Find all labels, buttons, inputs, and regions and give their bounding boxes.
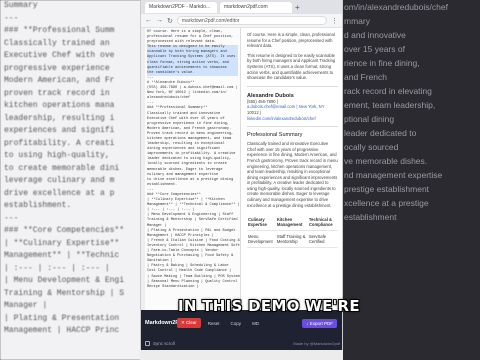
editor-line[interactable]: clean format, strong action verbs, and <box>147 60 238 66</box>
preview-divider <box>247 126 338 128</box>
table-cell: Staff Training & Mentorship <box>275 230 308 249</box>
bg-left-line: --- <box>4 13 19 23</box>
table-cell: ServSafe Certified <box>307 230 338 249</box>
editor-line[interactable]: | Plating & Presentation | P&L and Budge… <box>147 229 238 234</box>
editor-line[interactable]: Cost Control | Health Code Compliance | <box>147 269 238 274</box>
bg-left-line: establishment. <box>4 201 72 210</box>
bg-left-line: experiences and signifi <box>4 126 115 135</box>
browser-tab[interactable]: markdown2pdf.com <box>220 1 292 13</box>
editor-line[interactable]: | Seasonal Menu Planning | Quality Contr… <box>147 280 240 285</box>
reload-icon[interactable]: ↻ <box>167 17 173 25</box>
bg-left-line: leadership, resulting i <box>4 113 115 123</box>
preview-divider <box>247 85 338 87</box>
bg-left-line: --- <box>4 213 19 223</box>
clear-button[interactable]: ✕ Clear <box>177 318 201 328</box>
table-cell: Menu Development <box>247 230 276 249</box>
table-cell: Technical & Compliance <box>307 214 338 232</box>
table-cell: Kitchen Management <box>275 214 308 232</box>
table-row: Menu Development Staff Training & Mentors… <box>247 230 338 249</box>
bg-right-line: over 15 years of <box>344 44 405 54</box>
bg-left-line: Training & Mentorship | S <box>4 288 125 298</box>
preview-summary-heading: Professional Summary <box>247 132 303 139</box>
bg-left-line: Management | HACCP Princ <box>4 326 120 335</box>
bg-right-line: ement, team leadership, <box>344 100 436 110</box>
bg-left-line: drive excellence at a p <box>4 188 115 198</box>
markdown-editor[interactable]: Of course. Here is a simple, clean, profe… <box>141 28 241 310</box>
bottom-toolbar: Markdown2PDF ✕ Clear Reset Copy MD ↓ Exp… <box>141 310 342 350</box>
bg-left-line: leverage culinary and m <box>4 176 115 185</box>
table-row: Culinary Expertise Kitchen Management Tech… <box>247 214 338 232</box>
bg-left-line: | **Culinary Expertise** <box>4 238 120 248</box>
bg-right-line: om/in/alexandredubois/chef <box>344 2 448 12</box>
bg-left-line: | Menu Development & Engi <box>4 276 125 285</box>
preview-intro-2: This resume is designed to be easily sca… <box>247 52 336 81</box>
copy-button[interactable]: Copy <box>227 319 246 328</box>
bg-right-line: ocally sourced <box>344 142 399 152</box>
editor-line[interactable]: Recipe Standardization | <box>147 285 238 290</box>
browser-tab-bar: Markdown2PDF - Markdo... markdown2pdf.co… <box>141 0 342 14</box>
bg-left-line: Manager | <box>4 301 48 310</box>
editor-line[interactable]: | Sauce Making | Team Building | POS Sys… <box>147 275 240 280</box>
editor-line[interactable]: quantifiable achievements to showcase <box>147 65 238 71</box>
bg-left-line: Summary <box>4 1 38 10</box>
checkbox-icon[interactable] <box>145 340 150 346</box>
background-editor-zoom: Summary --- ### **Professional Summ Classi… <box>0 0 150 360</box>
address-bar: ← → ↻ markdown2pdf.com/editor ⋮ <box>141 14 342 28</box>
bg-right-line: establishment <box>344 212 397 222</box>
bg-right-line: leader dedicated to <box>344 128 417 138</box>
bg-right-line: prestige establishment <box>344 184 430 194</box>
bg-left-line: | Plating & Presentation <box>4 313 120 323</box>
preview-summary-text: Classically trained and innovative Execu… <box>247 141 338 208</box>
bg-right-line: rience in fine dining, <box>344 58 420 68</box>
bg-right-line: mmary <box>344 16 370 26</box>
editor-line[interactable]: locally sourced ingredients to create <box>147 162 238 167</box>
bg-left-line: to using high-quality, <box>4 151 110 160</box>
back-icon[interactable]: ← <box>145 17 152 24</box>
bg-left-line: proven track record in <box>4 88 110 98</box>
bg-left-line: | :--- | :--- | :--- | <box>4 263 110 273</box>
new-tab-icon[interactable]: + <box>295 3 300 12</box>
export-pdf-button[interactable]: ↓ Export PDF <box>302 318 337 328</box>
bg-left-line: Management** | **Technic <box>4 251 120 260</box>
bg-right-line: ptional dining <box>344 114 395 124</box>
more-menu-icon[interactable]: ⋮ <box>331 17 338 25</box>
bg-left-line: profitability. A creati <box>4 138 115 148</box>
bg-right-line: d and innovative <box>344 30 406 40</box>
bg-left-line: ### **Core Competencies** <box>4 226 125 235</box>
bg-right-line: nd management expertise <box>344 170 443 180</box>
bg-left-line: progressive experience <box>4 63 110 73</box>
forward-icon[interactable]: → <box>156 17 163 24</box>
browser-bottom-bar <box>140 350 343 360</box>
bg-right-line: rack record in elevating <box>344 86 432 96</box>
bg-left-line: to create memorable dini <box>4 163 120 173</box>
brand-logo: Markdown2PDF <box>145 320 187 326</box>
table-cell: Culinary Expertise <box>247 214 276 232</box>
bg-right-line: xcellence at a prestige <box>344 198 429 208</box>
bg-left-line: Executive Chef with ove <box>4 51 115 60</box>
bg-right-line: and French <box>344 72 387 82</box>
video-caption: IN THIS DEMO WE'RE <box>178 297 360 315</box>
sync-scroll-toggle[interactable]: Sync scroll <box>145 340 175 346</box>
bg-right-line: ve memorable dishes. <box>344 156 428 166</box>
preview-intro-1: Of course. Here is a simple, clean, prof… <box>247 32 335 49</box>
editor-line[interactable]: Applicant Tracking Systems (ATS). It use… <box>147 55 238 61</box>
pdf-preview: Of course. Here is a simple, clean, prof… <box>241 28 342 310</box>
browser-tab-active[interactable]: Markdown2PDF - Markdo... <box>145 1 217 13</box>
reset-button[interactable]: Reset <box>204 319 224 328</box>
made-by-credit[interactable]: Made by @Markdown2pdf <box>293 341 340 346</box>
template-button[interactable]: MD <box>248 319 263 328</box>
url-input[interactable]: markdown2pdf.com/editor <box>176 16 327 25</box>
editor-gutter <box>141 28 145 310</box>
preview-contact-4[interactable]: linkedin.com/in/alexandredubois/chef <box>247 116 338 122</box>
bg-left-line: kitchen operations mana <box>4 101 115 110</box>
bg-left-line: Modern American, and Fr <box>4 76 115 85</box>
sync-scroll-label: Sync scroll <box>153 340 175 346</box>
bg-left-line: Classically trained an <box>4 38 110 48</box>
editor-line[interactable]: Training & Mentorship | ServSafe Certifi… <box>147 218 238 223</box>
editor-preview-split: Of course. Here is a simple, clean, profe… <box>141 28 342 310</box>
bg-left-line: ### **Professional Summ <box>4 26 115 35</box>
preview-competencies-table: Culinary Expertise Kitchen Management Tech… <box>247 214 338 249</box>
editor-line[interactable]: Executive Chef with over 15 years of <box>147 117 238 122</box>
